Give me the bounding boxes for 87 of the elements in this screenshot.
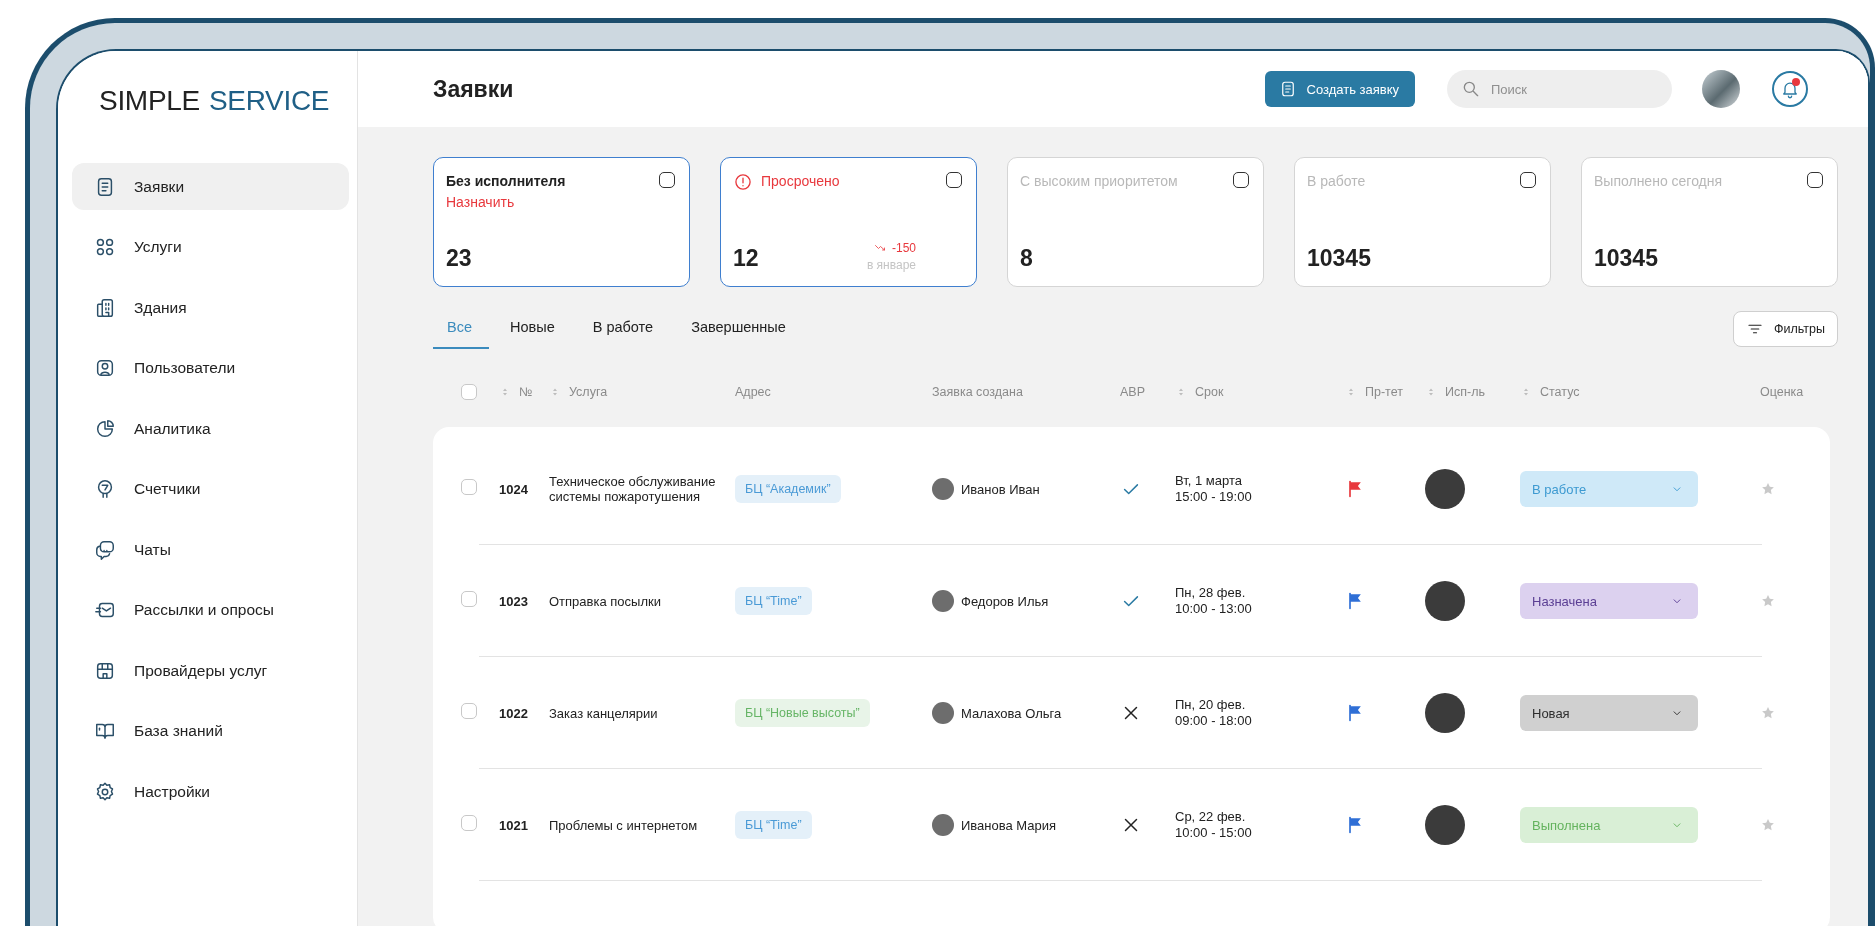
request-number: 1023 [499, 593, 529, 609]
tab[interactable]: Новые [493, 309, 572, 349]
sidebar-item[interactable]: Услуги [72, 223, 349, 271]
chat-icon [94, 538, 116, 561]
user-icon [94, 357, 116, 379]
star-icon[interactable] [1760, 817, 1776, 833]
deadline-text: Пн, 28 фев. [1175, 585, 1247, 601]
checkbox[interactable] [1807, 172, 1823, 188]
checkbox[interactable] [659, 172, 675, 188]
search-field[interactable]: Поиск [1447, 70, 1672, 108]
star-icon[interactable] [1760, 593, 1776, 609]
card-title: Выполнено сегодня [1594, 172, 1724, 190]
creator-name: Иванов Иван [961, 481, 1040, 497]
stat-card[interactable]: Просрочено 12 -150 в январе [720, 157, 977, 287]
stat-card[interactable]: Без исполнителя Назначить 23 [433, 157, 690, 287]
alert-icon [733, 172, 753, 192]
tab[interactable]: Завершенные [674, 309, 803, 349]
request-number: 1024 [499, 481, 529, 497]
filters-button[interactable]: Фильтры [1733, 311, 1838, 347]
deadline-text: 10:00 - 13:00 [1175, 601, 1253, 617]
card-value: 10345 [1307, 245, 1372, 272]
request-number: 1022 [499, 705, 529, 721]
pie-chart-icon [94, 417, 116, 440]
assign-link[interactable]: Назначить [446, 194, 675, 210]
checkbox[interactable] [946, 172, 962, 188]
deadline-text: Вт, 1 марта [1175, 473, 1243, 489]
stat-card[interactable]: В работе 10345 [1294, 157, 1551, 287]
stat-card[interactable]: С высоким приоритетом 8 [1007, 157, 1264, 287]
checkbox[interactable] [1233, 172, 1249, 188]
deadline-text: 09:00 - 18:00 [1175, 713, 1253, 729]
card-title: Без исполнителя [446, 172, 567, 190]
star-icon[interactable] [1760, 705, 1776, 721]
checkbox[interactable] [1520, 172, 1536, 188]
deadline-text: Ср, 22 фев. [1175, 809, 1247, 825]
request-number: 1021 [499, 817, 529, 833]
creator-name: Иванова Мария [961, 817, 1057, 833]
service-name: Отправка посылки [549, 593, 662, 609]
card-title: Просрочено [761, 172, 841, 190]
notifications-button[interactable] [1772, 71, 1808, 107]
sidebar-item[interactable]: Счетчики [72, 465, 349, 513]
card-value: 23 [446, 245, 473, 272]
sidebar-item[interactable]: Аналитика [72, 405, 349, 452]
status-dropdown[interactable]: Назначена [1520, 583, 1698, 619]
avatar[interactable] [1702, 70, 1740, 108]
deadline-text: 15:00 - 19:00 [1175, 489, 1253, 505]
logo-text: SERVICE [208, 85, 330, 117]
sidebar-item[interactable]: Рассылки и опросы [72, 586, 349, 634]
service-name: Заказ канцелярии [549, 705, 659, 721]
avatar [932, 478, 954, 500]
sidebar-item[interactable]: Настройки [72, 768, 349, 815]
create-request-button[interactable]: Создать заявку [1264, 71, 1415, 107]
avatar [1425, 805, 1465, 845]
avatar [1425, 469, 1465, 509]
search-icon [1461, 79, 1481, 99]
card-title: С высоким приоритетом [1020, 172, 1179, 190]
avatar [1425, 693, 1465, 733]
sidebar-item[interactable]: Пользователи [72, 344, 349, 392]
card-title: В работе [1307, 172, 1367, 190]
avatar [932, 702, 954, 724]
tab[interactable]: В работе [575, 309, 671, 349]
four-circles-icon [94, 236, 116, 258]
creator-name: Малахова Ольга [961, 705, 1062, 721]
avatar [1425, 581, 1465, 621]
sidebar-item[interactable]: Заявки [72, 163, 349, 210]
service-name: Проблемы с интернетом [549, 817, 699, 833]
status-dropdown[interactable]: Новая [1520, 695, 1698, 731]
card-value: 10345 [1594, 245, 1659, 272]
settings-icon [94, 780, 116, 803]
card-value: 8 [1020, 245, 1034, 272]
avatar [932, 590, 954, 612]
deadline-text: 10:00 - 15:00 [1175, 825, 1253, 841]
sidebar-item[interactable]: Здания [72, 284, 349, 331]
trend-caption: в январе [866, 258, 916, 272]
sidebar-item[interactable]: Чаты [72, 526, 349, 573]
card-value: 12 [733, 245, 760, 272]
logo-text: SIMPLE [99, 85, 200, 117]
service-name: Техническое обслуживание системы пожаротушения [549, 474, 717, 504]
page-title: Заявки [433, 75, 515, 103]
building-icon [94, 296, 116, 319]
sidebar-item[interactable]: Провайдеры услуг [72, 647, 349, 694]
stat-card[interactable]: Выполнено сегодня 10345 [1581, 157, 1838, 287]
sidebar-item[interactable]: База знаний [72, 707, 349, 755]
creator-name: Федоров Илья [961, 593, 1049, 609]
trend-value: -150 [891, 241, 916, 255]
avatar [932, 814, 954, 836]
deadline-text: Пн, 20 фев. [1175, 697, 1247, 713]
star-icon[interactable] [1760, 481, 1776, 497]
